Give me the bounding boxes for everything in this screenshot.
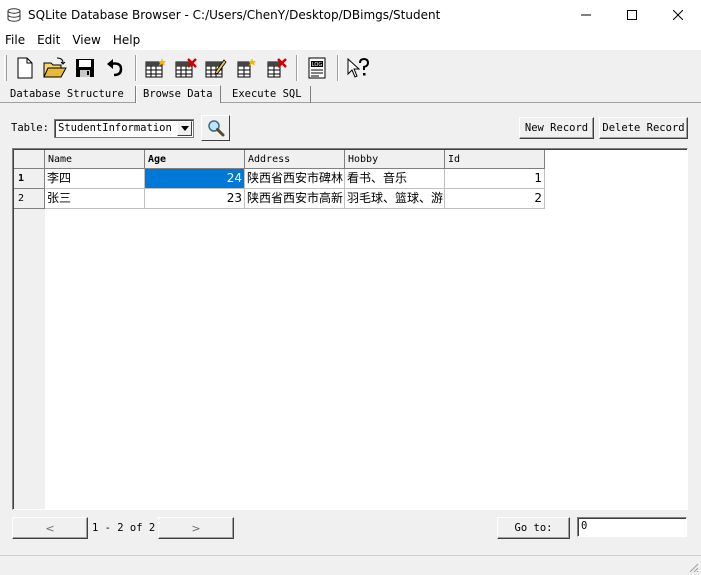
window-controls (563, 0, 701, 30)
delete-table-button[interactable] (172, 55, 199, 82)
dropdown-arrow-icon (180, 126, 189, 131)
table-cell[interactable]: 2 (445, 189, 545, 209)
menu-help[interactable]: Help (107, 33, 146, 47)
tab-database-structure[interactable]: Database Structure (4, 86, 136, 103)
table-cell[interactable]: 看书、音乐 (345, 169, 445, 189)
column-header-address[interactable]: Address (245, 150, 345, 169)
column-header-age[interactable]: Age (145, 150, 245, 169)
table-cell[interactable]: 23 (145, 189, 245, 209)
open-database-button[interactable] (41, 55, 68, 82)
row-header[interactable]: 2 (14, 189, 45, 209)
find-button[interactable] (201, 115, 230, 141)
new-database-icon (17, 57, 32, 79)
table-select-arrow[interactable] (177, 121, 192, 136)
previous-page-button[interactable]: < (12, 517, 88, 539)
table-cell[interactable]: 张三 (45, 189, 145, 209)
menu-bar: File Edit View Help (0, 30, 701, 50)
table-cell[interactable]: 李四 (45, 169, 145, 189)
tab-bar: Database Structure Browse Data Execute S… (0, 85, 701, 103)
table-select-value: StudentInformation (58, 122, 172, 134)
column-header-name[interactable]: Name (45, 150, 145, 169)
table-cell[interactable]: 陕西省西安市高新 (245, 189, 345, 209)
column-header-id[interactable]: Id (445, 150, 545, 169)
toolbar-grip[interactable] (4, 55, 7, 81)
close-button[interactable] (655, 0, 701, 30)
menu-file[interactable]: File (0, 33, 31, 47)
table-cell[interactable]: 羽毛球、篮球、游 (345, 189, 445, 209)
delete-table-icon (175, 58, 197, 78)
create-index-icon (237, 58, 256, 78)
toolbar-separator (135, 55, 137, 81)
table-label: Table: (11, 122, 49, 134)
minimize-button[interactable] (563, 0, 609, 30)
data-grid[interactable]: Name Age Address Hobby Id 1 李四 24 陕西省西安市… (12, 148, 688, 510)
next-page-button[interactable]: > (158, 517, 234, 539)
maximize-icon (627, 10, 637, 20)
menu-edit[interactable]: Edit (31, 33, 66, 47)
search-icon (207, 120, 224, 137)
close-icon (673, 10, 683, 20)
delete-index-icon (267, 58, 287, 78)
undo-button[interactable] (101, 55, 128, 82)
column-header-hobby[interactable]: Hobby (345, 150, 445, 169)
table-cell[interactable]: 1 (445, 169, 545, 189)
menu-view[interactable]: View (66, 33, 106, 47)
page-info: 1 - 2 of 2 (92, 522, 156, 534)
database-icon (7, 8, 21, 22)
table-select[interactable]: StudentInformation (54, 119, 194, 138)
create-index-button[interactable] (232, 55, 259, 82)
modify-table-icon (205, 59, 227, 78)
minimize-icon (581, 14, 591, 16)
delete-index-button[interactable] (262, 55, 289, 82)
goto-input[interactable]: 0 (577, 517, 687, 537)
toolbar-separator (337, 55, 339, 81)
goto-button[interactable]: Go to: (497, 517, 570, 539)
toolbar-separator (296, 55, 298, 81)
title-bar: SQLite Database Browser - C:/Users/ChenY… (0, 0, 701, 30)
delete-record-button[interactable]: Delete Record (599, 117, 688, 139)
open-database-icon (42, 57, 67, 78)
row-header[interactable]: 1 (14, 169, 45, 189)
tab-execute-sql[interactable]: Execute SQL (226, 86, 311, 103)
new-record-button[interactable]: New Record (519, 117, 594, 139)
window-title: SQLite Database Browser - C:/Users/ChenY… (28, 8, 441, 22)
save-icon (75, 59, 94, 77)
create-table-icon (145, 58, 166, 78)
whats-this-button[interactable] (344, 55, 371, 82)
log-window-icon: LOG (308, 57, 325, 79)
whats-this-icon (347, 57, 369, 78)
grid-corner[interactable] (14, 150, 45, 169)
resize-grip-icon[interactable] (687, 561, 699, 573)
svg-text:LOG: LOG (311, 62, 322, 68)
tab-browse-data[interactable]: Browse Data (136, 85, 221, 103)
create-table-button[interactable] (142, 55, 169, 82)
log-window-button[interactable]: LOG (303, 55, 330, 82)
undo-icon (106, 59, 122, 77)
modify-table-button[interactable] (202, 55, 229, 82)
status-bar (0, 555, 701, 575)
toolbar: LOG (0, 51, 701, 85)
new-database-button[interactable] (11, 55, 38, 82)
table-cell[interactable]: 24 (145, 169, 245, 189)
save-button[interactable] (71, 55, 98, 82)
table-cell[interactable]: 陕西省西安市碑林 (245, 169, 345, 189)
maximize-button[interactable] (609, 0, 655, 30)
